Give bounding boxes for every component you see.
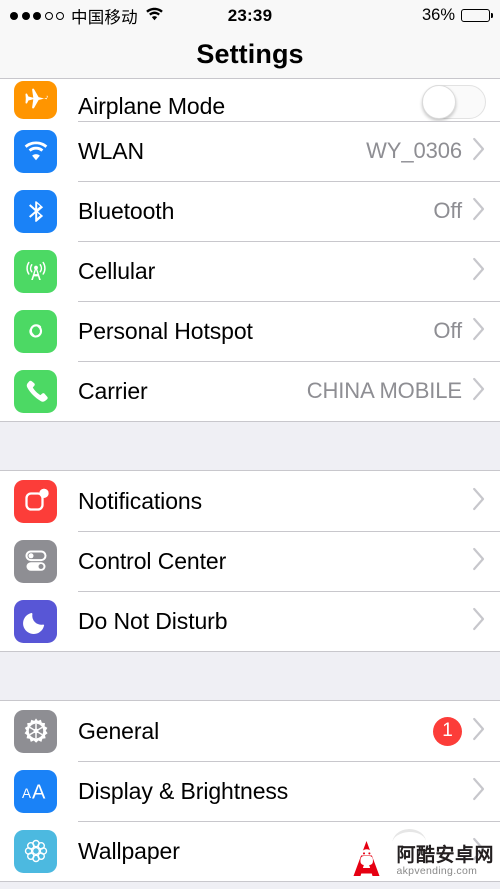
settings-row-accessory: CHINA MOBILE xyxy=(307,377,486,406)
settings-row-carrier[interactable]: Carrier CHINA MOBILE xyxy=(0,361,500,421)
battery-icon xyxy=(461,9,494,22)
navigation-bar: Settings xyxy=(0,31,500,79)
control-center-toggles-icon xyxy=(14,539,57,583)
airplane-icon xyxy=(14,81,57,119)
signal-dot-2 xyxy=(21,11,30,20)
settings-row-personal-hotspot[interactable]: Personal Hotspot Off xyxy=(0,301,500,361)
settings-row-value: WY_0306 xyxy=(366,138,462,163)
signal-dot-1 xyxy=(10,11,18,20)
settings-row-accessory xyxy=(472,257,486,286)
hotspot-link-icon xyxy=(14,309,57,353)
chevron-right-icon xyxy=(472,317,486,346)
wifi-icon xyxy=(14,129,57,173)
settings-row-label: General xyxy=(78,717,160,744)
chevron-right-icon xyxy=(472,547,486,576)
page-title: Settings xyxy=(196,39,304,69)
settings-row-accessory xyxy=(472,777,486,806)
chevron-right-icon xyxy=(472,487,486,516)
settings-row-general[interactable]: General 1 xyxy=(0,701,500,761)
settings-group-connectivity: Airplane Mode WLAN WY_0306 Bluetooth Off Cell… xyxy=(0,79,500,422)
settings-row-value: CHINA MOBILE xyxy=(306,378,462,403)
settings-row-accessory: 1 xyxy=(433,716,486,746)
settings-row-accessory: Off xyxy=(433,317,486,346)
svg-text:A: A xyxy=(22,786,31,801)
settings-row-value: Off xyxy=(433,318,462,343)
moon-icon xyxy=(14,599,57,643)
cellular-antenna-icon xyxy=(14,249,57,293)
settings-row-bluetooth[interactable]: Bluetooth Off xyxy=(0,181,500,241)
status-bar-right: 36% xyxy=(421,6,494,25)
settings-row-label: Wallpaper xyxy=(78,837,180,864)
settings-row-label: Carrier xyxy=(78,377,148,404)
status-bar: 中国移动 23:39 36% xyxy=(0,0,500,31)
bluetooth-icon xyxy=(14,189,57,233)
settings-row-wlan[interactable]: WLAN WY_0306 xyxy=(0,121,500,181)
status-bar-left: 中国移动 xyxy=(10,4,164,28)
settings-list[interactable]: Airplane Mode WLAN WY_0306 Bluetooth Off Cell… xyxy=(0,79,500,882)
chevron-right-icon xyxy=(472,377,486,406)
battery-percent-label: 36% xyxy=(421,6,455,24)
settings-row-accessory xyxy=(472,607,486,636)
chevron-right-icon xyxy=(472,777,486,806)
text-size-aa-icon: AA xyxy=(14,769,57,813)
svg-text:A: A xyxy=(32,782,46,804)
wifi-icon xyxy=(145,6,164,26)
signal-dot-5 xyxy=(56,11,64,20)
gear-icon xyxy=(14,709,57,753)
chevron-right-icon xyxy=(472,137,486,166)
chevron-right-icon xyxy=(472,257,486,286)
signal-strength-dots xyxy=(10,11,64,20)
settings-row-label: Cellular xyxy=(78,257,156,284)
airplane-mode-toggle[interactable] xyxy=(422,85,486,119)
settings-group-general-group: General 1 A A Display & Brightness Wallpaper xyxy=(0,700,500,882)
settings-row-label: Personal Hotspot xyxy=(78,317,253,344)
settings-row-accessory xyxy=(472,487,486,516)
notifications-badge-icon xyxy=(14,479,57,523)
chevron-right-icon xyxy=(472,717,486,746)
settings-row-label: Airplane Mode xyxy=(78,93,226,119)
settings-screen: 中国移动 23:39 36% Settings Airplane Mode WLA… xyxy=(0,0,500,889)
settings-row-cellular[interactable]: Cellular xyxy=(0,241,500,301)
settings-row-control-center[interactable]: Control Center xyxy=(0,531,500,591)
settings-row-accessory: Off xyxy=(433,197,486,226)
signal-dot-4 xyxy=(44,11,53,20)
settings-row-value: Off xyxy=(433,198,462,223)
settings-row-accessory xyxy=(472,837,486,866)
chevron-right-icon xyxy=(472,837,486,866)
settings-row-accessory xyxy=(472,547,486,576)
group-separator xyxy=(0,652,500,700)
settings-row-label: Bluetooth xyxy=(78,197,175,224)
settings-row-do-not-disturb[interactable]: Do Not Disturb xyxy=(0,591,500,651)
settings-row-notifications[interactable]: Notifications xyxy=(0,471,500,531)
phone-icon xyxy=(14,369,57,413)
carrier-name-label: 中国移动 xyxy=(71,8,138,27)
settings-row-label: Display & Brightness xyxy=(78,777,289,804)
status-badge: 1 xyxy=(433,716,462,746)
settings-row-accessory: WY_0306 xyxy=(366,137,486,166)
group-separator xyxy=(0,422,500,470)
settings-row-label: Do Not Disturb xyxy=(78,607,228,634)
chevron-right-icon xyxy=(472,607,486,636)
settings-row-wallpaper[interactable]: Wallpaper xyxy=(0,821,500,881)
settings-row-label: Control Center xyxy=(78,547,227,574)
settings-row-label: WLAN xyxy=(78,137,145,164)
signal-dot-3 xyxy=(33,11,41,20)
settings-group-notifications-group: Notifications Control Center Do Not Distur… xyxy=(0,470,500,652)
wallpaper-flower-icon xyxy=(14,829,57,873)
chevron-right-icon xyxy=(472,197,486,226)
settings-row-display-brightness[interactable]: A A Display & Brightness xyxy=(0,761,500,821)
settings-row-label: Notifications xyxy=(78,487,202,514)
settings-row-accessory xyxy=(422,85,486,119)
settings-row-airplane-mode[interactable]: Airplane Mode xyxy=(0,79,500,121)
